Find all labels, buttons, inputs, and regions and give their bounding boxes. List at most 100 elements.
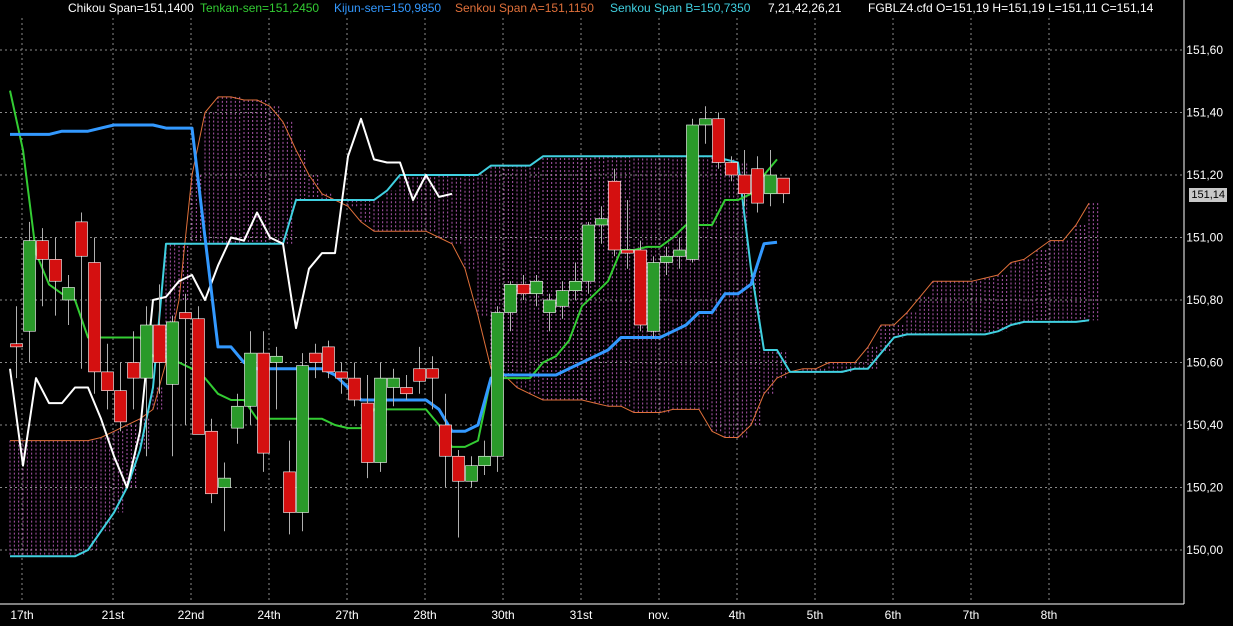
candle-body xyxy=(660,255,673,263)
candle xyxy=(10,306,23,379)
candle xyxy=(543,293,556,332)
candle-body xyxy=(582,224,595,282)
candle-body xyxy=(114,390,127,423)
candle xyxy=(374,362,387,472)
senkou-span-a-line xyxy=(10,96,1090,442)
last-price-tag: 151,14 xyxy=(1189,188,1227,202)
candle xyxy=(283,440,296,535)
candle xyxy=(478,440,491,475)
candle xyxy=(361,375,374,479)
candle-body xyxy=(387,377,400,388)
candle-body xyxy=(348,377,361,401)
y-tick-label: 151,40 xyxy=(1186,106,1223,120)
candle-body xyxy=(101,371,114,391)
candle-body xyxy=(192,318,205,435)
y-tick-label: 150,40 xyxy=(1186,418,1223,432)
candle-body xyxy=(699,118,712,126)
candle-body xyxy=(335,371,348,379)
params-label: 7,21,42,26,21 xyxy=(768,1,842,15)
candle xyxy=(192,306,205,435)
candle-body xyxy=(478,455,491,466)
candle-body xyxy=(62,287,75,301)
ichimoku-chart: 151,60 151,40 151,20 151,00 150,80 150,60 150,… xyxy=(0,0,1223,622)
candle-body xyxy=(23,240,36,332)
x-tick-label: 27th xyxy=(335,608,358,622)
candle-body xyxy=(88,262,101,373)
x-tick-label: 31st xyxy=(570,608,593,622)
candle xyxy=(673,237,686,269)
candle-body xyxy=(75,221,88,257)
candle xyxy=(439,393,452,488)
candle-body xyxy=(231,405,244,429)
candle xyxy=(244,331,257,425)
y-tick-label: 150,00 xyxy=(1186,543,1223,557)
candle-body xyxy=(205,430,218,495)
candle xyxy=(348,362,361,407)
candle-body xyxy=(413,368,426,382)
candle-body xyxy=(244,352,257,407)
x-tick-label: 24th xyxy=(257,608,280,622)
chikou-span-legend: Chikou Span=151,1400 xyxy=(68,1,194,15)
candle xyxy=(49,237,62,316)
candle-body xyxy=(634,249,647,326)
candle-body xyxy=(777,177,790,195)
candle xyxy=(660,246,673,275)
candle xyxy=(621,200,634,269)
candle-body xyxy=(686,124,699,260)
candle xyxy=(686,118,699,263)
candle xyxy=(634,240,647,332)
candle xyxy=(36,228,49,307)
candle-body xyxy=(153,324,166,363)
candle xyxy=(205,418,218,504)
candle-body xyxy=(218,477,231,488)
x-tick-label: 28th xyxy=(413,608,436,622)
candle-body xyxy=(257,352,270,454)
candle xyxy=(179,293,192,425)
candle-body xyxy=(647,262,660,332)
y-axis: 151,60 151,40 151,20 151,00 150,80 150,60 150,… xyxy=(1183,0,1223,604)
candle xyxy=(582,221,595,294)
candle-body xyxy=(504,284,517,313)
candle-body xyxy=(712,118,725,163)
candle-body xyxy=(10,343,23,348)
candle xyxy=(166,315,179,457)
candle-body xyxy=(595,218,608,226)
candle-body xyxy=(491,312,504,457)
candle-body xyxy=(751,168,764,204)
candle-body xyxy=(452,455,465,482)
candle xyxy=(465,456,478,488)
candle xyxy=(413,346,426,394)
candle xyxy=(62,275,75,325)
instrument-ohlc-label: FGBLZ4.cfd O=151,19 H=151,19 L=151,11 C=… xyxy=(868,1,1154,15)
x-tick-label: 21st xyxy=(102,608,125,622)
candle xyxy=(777,177,790,204)
candle-body xyxy=(764,174,777,195)
candle xyxy=(530,275,543,307)
candle xyxy=(153,284,166,394)
candle-body xyxy=(517,284,530,295)
candle xyxy=(400,375,413,400)
x-tick-label: 30th xyxy=(491,608,514,622)
candle-body xyxy=(465,465,478,482)
tenkan-sen-legend: Tenkan-sen=151,2450 xyxy=(200,1,320,15)
candle-body xyxy=(569,280,582,291)
candle xyxy=(556,281,569,319)
kijun-sen-legend: Kijun-sen=150,9850 xyxy=(334,1,442,15)
senkou-span-b-legend: Senkou Span B=150,7350 xyxy=(610,1,751,15)
y-tick-label: 151,20 xyxy=(1186,168,1223,182)
candle-body xyxy=(439,424,452,457)
candle-body xyxy=(543,299,556,313)
y-tick-label: 150,80 xyxy=(1186,293,1223,307)
candle-body xyxy=(49,259,62,282)
candle-body xyxy=(608,180,621,251)
candle-body xyxy=(166,321,179,385)
candle xyxy=(608,168,621,257)
candle-body xyxy=(283,471,296,513)
y-tick-label: 151,60 xyxy=(1186,43,1223,57)
x-tick-label: 17th xyxy=(10,608,33,622)
x-tick-label: 7th xyxy=(963,608,980,622)
senkou-span-a-legend: Senkou Span A=151,1150 xyxy=(455,1,594,15)
candle-body xyxy=(374,377,387,463)
candle-body xyxy=(738,174,751,195)
candle xyxy=(23,221,36,363)
